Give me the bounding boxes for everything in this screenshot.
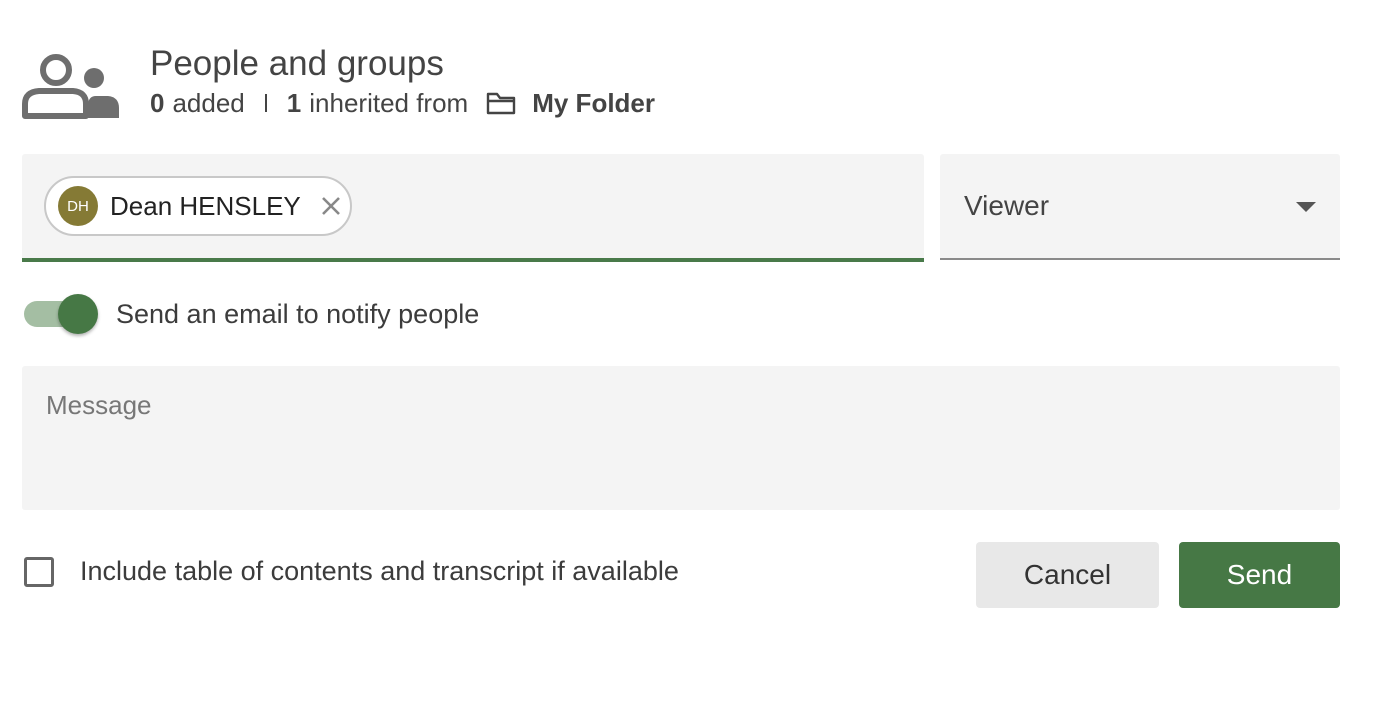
notify-label: Send an email to notify people bbox=[116, 298, 480, 329]
folder-link[interactable]: My Folder bbox=[532, 86, 655, 120]
folder-icon bbox=[487, 92, 516, 115]
recipients-input[interactable]: DH Dean HENSLEY bbox=[22, 154, 924, 262]
toggle-thumb bbox=[58, 294, 98, 334]
inherited-count: 1 bbox=[286, 88, 302, 118]
message-field[interactable] bbox=[22, 366, 1340, 510]
share-summary: 0 added 1 inherited from My Folder bbox=[150, 86, 655, 120]
role-select[interactable]: Viewer bbox=[940, 154, 1340, 260]
people-icon bbox=[22, 54, 119, 119]
header-text: People and groups 0 added 1 inherited fr… bbox=[150, 44, 655, 120]
dialog-title: People and groups bbox=[150, 44, 444, 83]
avatar: DH bbox=[58, 186, 98, 226]
include-toc-checkbox[interactable] bbox=[24, 556, 54, 587]
notify-toggle[interactable] bbox=[24, 294, 98, 334]
notify-row: Send an email to notify people bbox=[24, 294, 479, 334]
added-count: 0 bbox=[150, 88, 165, 118]
role-selected-value: Viewer bbox=[964, 190, 1050, 221]
cancel-button[interactable]: Cancel bbox=[976, 542, 1159, 608]
close-icon[interactable] bbox=[319, 194, 343, 218]
share-dialog: People and groups 0 added 1 inherited fr… bbox=[0, 0, 1374, 704]
added-label: added bbox=[172, 88, 245, 118]
dialog-header: People and groups 0 added 1 inherited fr… bbox=[22, 44, 655, 120]
send-button[interactable]: Send bbox=[1179, 542, 1340, 608]
separator bbox=[264, 94, 267, 112]
recipient-name: Dean HENSLEY bbox=[110, 190, 301, 221]
recipient-chip: DH Dean HENSLEY bbox=[44, 176, 352, 236]
caret-down-icon bbox=[1296, 202, 1316, 212]
include-toc-row[interactable]: Include table of contents and transcript… bbox=[24, 556, 679, 587]
inherited-label: inherited from bbox=[309, 88, 469, 118]
include-toc-label: Include table of contents and transcript… bbox=[80, 556, 679, 586]
